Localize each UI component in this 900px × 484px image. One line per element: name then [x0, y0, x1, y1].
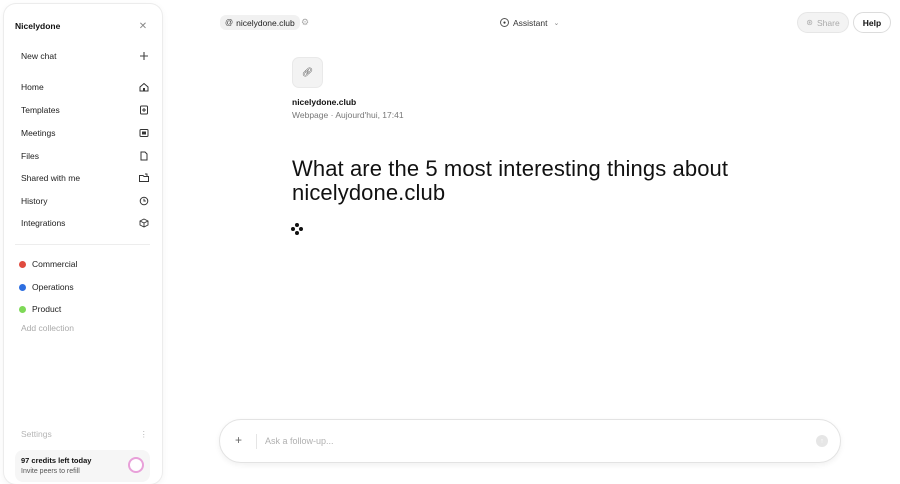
- collection-label: Product: [32, 304, 62, 314]
- sidebar-item-shared[interactable]: Shared with me: [21, 169, 150, 187]
- home-icon: [138, 81, 150, 93]
- gear-icon[interactable]: ⚙: [301, 17, 309, 28]
- sidebar: Nicelydone ✕ New chat Home Templates Mee…: [4, 4, 162, 484]
- share-icon: ⊛: [806, 18, 813, 27]
- add-collection-button[interactable]: Add collection: [21, 323, 74, 333]
- collection-color-dot: [19, 305, 26, 313]
- sidebar-item-meetings[interactable]: Meetings: [21, 124, 150, 142]
- sidebar-item-files[interactable]: Files: [21, 147, 150, 165]
- sidebar-item-label: History: [21, 196, 48, 206]
- source-chip-label: nicelydone.club: [236, 17, 295, 28]
- plus-icon: [138, 50, 150, 62]
- composer-divider: [256, 434, 257, 449]
- history-icon: [138, 195, 150, 207]
- credits-ring-icon: [128, 457, 144, 473]
- at-icon: @: [225, 18, 234, 27]
- assistant-selector[interactable]: ● Assistant ⌄: [500, 15, 559, 30]
- sidebar-item-home[interactable]: Home: [21, 78, 150, 96]
- cube-icon: [138, 217, 150, 229]
- sidebar-item-label: Shared with me: [21, 173, 81, 183]
- source-card[interactable]: 🔗︎: [292, 57, 323, 88]
- credits-subtitle: Invite peers to refill: [21, 468, 80, 475]
- question-heading: What are the 5 most interesting things a…: [292, 156, 729, 205]
- sidebar-item-label: Home: [21, 82, 44, 92]
- workspace-title: Nicelydone: [15, 21, 61, 31]
- collection-product[interactable]: Product: [19, 300, 61, 318]
- sidebar-item-label: Integrations: [21, 218, 66, 228]
- assistant-label: Assistant: [513, 17, 548, 28]
- close-icon[interactable]: ✕: [136, 19, 150, 33]
- credits-title: 97 credits left today: [21, 456, 92, 465]
- sidebar-divider: [15, 244, 150, 245]
- source-meta: Webpage · Aujourd'hui, 17:41: [292, 110, 404, 120]
- sidebar-item-label: Files: [21, 151, 39, 161]
- attach-plus-icon[interactable]: +: [235, 433, 242, 447]
- loading-spinner-icon: [291, 223, 303, 235]
- collection-operations[interactable]: Operations: [19, 278, 74, 296]
- collection-label: Commercial: [32, 259, 78, 269]
- new-chat-button[interactable]: New chat: [21, 47, 150, 65]
- sidebar-header: Nicelydone ✕: [15, 17, 150, 35]
- collection-color-dot: [19, 260, 26, 268]
- help-button[interactable]: Help: [853, 12, 891, 33]
- settings-label: Settings: [21, 429, 52, 439]
- sidebar-item-integrations[interactable]: Integrations: [21, 214, 150, 232]
- share-button[interactable]: ⊛ Share: [797, 12, 849, 33]
- send-icon[interactable]: ↑: [816, 435, 828, 447]
- sidebar-item-label: Templates: [21, 105, 60, 115]
- meetings-icon: [138, 127, 150, 139]
- assistant-icon: ●: [500, 18, 509, 27]
- source-title: nicelydone.club: [292, 97, 357, 107]
- sidebar-item-templates[interactable]: Templates: [21, 101, 150, 119]
- share-label: Share: [817, 17, 840, 28]
- shared-folder-icon: [138, 172, 150, 184]
- collection-label: Operations: [32, 282, 74, 292]
- sidebar-item-label: Meetings: [21, 128, 56, 138]
- follow-up-input[interactable]: [265, 432, 785, 450]
- composer: + ↑: [219, 419, 841, 463]
- file-icon: [138, 150, 150, 162]
- collection-commercial[interactable]: Commercial: [19, 255, 77, 273]
- settings-item[interactable]: Settings ⋮: [21, 426, 148, 442]
- link-icon: 🔗︎: [301, 67, 314, 77]
- source-chip[interactable]: @ nicelydone.club: [220, 15, 300, 30]
- credits-card[interactable]: 97 credits left today Invite peers to re…: [15, 450, 150, 482]
- template-icon: [138, 104, 150, 116]
- chevron-down-icon: ⌄: [553, 19, 560, 27]
- more-icon[interactable]: ⋮: [140, 429, 149, 440]
- sidebar-item-history[interactable]: History: [21, 192, 150, 210]
- collection-color-dot: [19, 283, 26, 291]
- new-chat-label: New chat: [21, 51, 57, 61]
